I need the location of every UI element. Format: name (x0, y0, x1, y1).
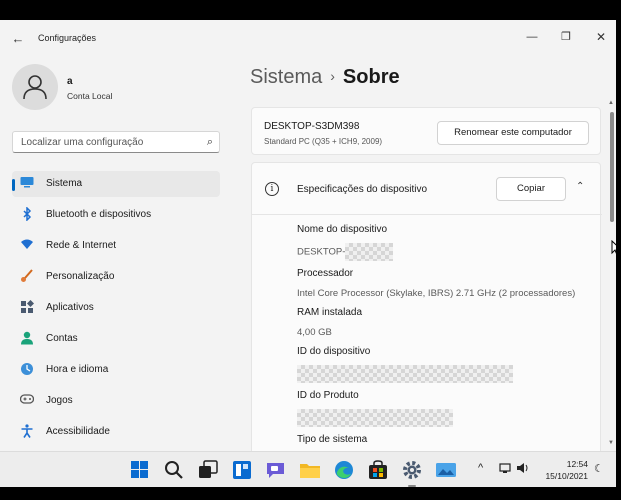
globe-clock-icon (20, 362, 34, 376)
minimize-button[interactable]: — (517, 25, 547, 49)
ram-label: RAM instalada (297, 307, 363, 318)
device-name: DESKTOP-S3DM398 (264, 121, 360, 132)
search-input[interactable]: Localizar uma configuração ⌕ (12, 131, 220, 153)
sidebar-item-aplicativos[interactable]: Aplicativos (12, 295, 220, 321)
sidebar-item-hora-idioma[interactable]: Hora e idioma (12, 357, 220, 383)
app-title: Configurações (38, 33, 97, 43)
device-name-value: DESKTOP- (297, 243, 587, 261)
screen-border-top (0, 0, 621, 20)
user-name: a (67, 76, 73, 87)
sidebar-item-contas[interactable]: Contas (12, 326, 220, 352)
file-explorer-icon[interactable] (298, 458, 322, 482)
info-icon: i (265, 182, 279, 196)
widgets-icon[interactable] (230, 458, 254, 482)
device-specs-title: Especificações do dispositivo (297, 184, 428, 195)
sidebar-item-label: Hora e idioma (46, 364, 109, 375)
edge-icon[interactable] (332, 458, 356, 482)
device-card: DESKTOP-S3DM398 Standard PC (Q35 + ICH9,… (251, 107, 601, 155)
sidebar-item-sistema[interactable]: Sistema (12, 171, 220, 197)
start-icon[interactable] (128, 458, 152, 482)
system-type-label: Tipo de sistema (297, 434, 368, 445)
sidebar-item-label: Acessibilidade (46, 426, 110, 437)
account-type: Conta Local (67, 91, 113, 101)
scrollbar-thumb[interactable] (610, 112, 614, 222)
breadcrumb-parent[interactable]: Sistema (250, 66, 322, 88)
network-icon[interactable] (499, 462, 513, 477)
person-icon (20, 331, 34, 345)
search-icon[interactable] (162, 458, 186, 482)
sidebar-item-label: Contas (46, 333, 78, 344)
avatar[interactable] (12, 64, 58, 110)
device-id-label: ID do dispositivo (297, 346, 371, 357)
focus-moon-icon[interactable]: ☾ (594, 462, 604, 475)
device-specs-list: Nome do dispositivo DESKTOP- Processador… (297, 223, 587, 447)
device-id-value (297, 365, 587, 383)
settings-window: ← Configurações — ❐ ✕ a Conta Local Loca… (0, 20, 616, 451)
mouse-cursor-icon (611, 239, 616, 259)
device-name-label: Nome do dispositivo (297, 224, 388, 235)
sidebar-item-personalizacao[interactable]: Personalização (12, 264, 220, 290)
accessibility-icon (20, 424, 34, 438)
monitor-icon (20, 176, 34, 190)
device-model: Standard PC (Q35 + ICH9, 2009) (264, 137, 383, 146)
scroll-up-icon[interactable]: ▲ (608, 100, 614, 106)
sidebar-item-label: Sistema (46, 178, 83, 189)
clock-date: 15/10/2021 (545, 471, 588, 481)
processor-value: Intel Core Processor (Skylake, IBRS) 2.7… (297, 288, 576, 299)
system-clock[interactable]: 12:54 15/10/2021 (538, 458, 588, 482)
sidebar-item-label: Rede & Internet (46, 240, 117, 251)
back-arrow-icon[interactable]: ← (8, 29, 28, 49)
volume-icon[interactable] (516, 462, 530, 477)
breadcrumb-separator: › (330, 68, 335, 84)
screen-border-right (616, 0, 621, 500)
close-button[interactable]: ✕ (586, 25, 616, 49)
redacted-device-name (345, 243, 394, 261)
device-specs-card: i Especificações do dispositivo Copiar ⌃… (251, 162, 602, 451)
chevron-up-icon[interactable]: ^ (478, 462, 483, 474)
apps-icon (20, 299, 35, 314)
product-id-value (297, 409, 587, 427)
bluetooth-icon (20, 206, 34, 222)
copy-button[interactable]: Copiar (496, 177, 566, 201)
person-icon (23, 75, 47, 100)
product-id-label: ID do Produto (297, 390, 359, 401)
redacted-device-id (297, 365, 513, 383)
processor-label: Processador (297, 268, 354, 279)
sidebar-nav: Sistema Bluetooth e dispositivos Rede & … (12, 171, 220, 450)
breadcrumb: Sistema › Sobre (250, 66, 400, 89)
sidebar-item-rede[interactable]: Rede & Internet (12, 233, 220, 259)
title-bar: ← Configurações — ❐ ✕ (0, 20, 616, 56)
photos-icon[interactable] (434, 458, 458, 482)
rename-computer-button[interactable]: Renomear este computador (437, 121, 589, 145)
page-title: Sobre (342, 66, 400, 88)
gamepad-icon (19, 393, 35, 407)
sidebar-item-label: Personalização (46, 271, 115, 282)
scroll-down-icon[interactable]: ▼ (608, 440, 614, 446)
screen-border-bottom (0, 487, 621, 500)
sidebar-item-label: Bluetooth e dispositivos (46, 209, 152, 220)
redacted-product-id (297, 409, 453, 427)
search-placeholder: Localizar uma configuração (21, 137, 144, 148)
chat-icon[interactable] (264, 458, 288, 482)
clock-time: 12:54 (566, 459, 588, 469)
brush-icon (20, 269, 34, 283)
settings-gear-icon[interactable] (400, 458, 424, 487)
search-icon[interactable]: ⌕ (207, 136, 213, 149)
sidebar-item-jogos[interactable]: Jogos (12, 388, 220, 414)
ram-value: 4,00 GB (297, 327, 332, 338)
sidebar-item-label: Jogos (46, 395, 73, 406)
taskbar: ^ 12:54 15/10/2021 ☾ (0, 451, 616, 487)
store-icon[interactable] (366, 458, 390, 482)
scrollbar[interactable]: ▲ ▼ (608, 100, 614, 450)
sidebar-item-bluetooth[interactable]: Bluetooth e dispositivos (12, 202, 220, 228)
sidebar-item-label: Aplicativos (46, 302, 94, 313)
wifi-icon (20, 238, 34, 252)
selection-indicator (12, 179, 15, 191)
maximize-button[interactable]: ❐ (551, 25, 581, 49)
task-view-icon[interactable] (196, 458, 220, 482)
device-name-prefix: DESKTOP- (297, 246, 346, 258)
device-specs-header[interactable]: i Especificações do dispositivo Copiar ⌃ (252, 163, 602, 215)
sidebar-item-acessibilidade[interactable]: Acessibilidade (12, 419, 220, 445)
chevron-up-icon[interactable]: ⌃ (576, 181, 584, 192)
